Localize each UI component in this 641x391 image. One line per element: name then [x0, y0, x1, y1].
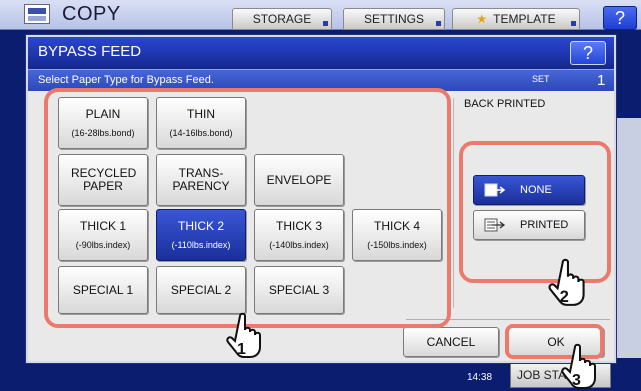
- divider: [453, 98, 454, 308]
- back-printed-label: BACK PRINTED: [464, 98, 546, 110]
- hand-pointer-icon-3: 3: [561, 343, 596, 389]
- svg-text:1: 1: [237, 341, 246, 358]
- tab-storage[interactable]: STORAGE: [232, 8, 332, 30]
- svg-text:3: 3: [572, 372, 581, 389]
- app-help-button[interactable]: ?: [603, 6, 637, 30]
- screen: COPY STORAGE SETTINGS ★ TEMPLATE ? 14:38 …: [0, 0, 641, 391]
- background-side-strip: [612, 118, 641, 368]
- tab-template-label: TEMPLATE: [493, 12, 556, 26]
- set-count: 1: [597, 72, 606, 89]
- tab-settings[interactable]: SETTINGS: [343, 8, 445, 30]
- clock: 14:38: [467, 372, 493, 383]
- app-title: COPY: [62, 3, 121, 25]
- top-bar: COPY STORAGE SETTINGS ★ TEMPLATE ?: [0, 0, 641, 30]
- tab-settings-label: SETTINGS: [363, 12, 424, 26]
- dialog-title: BYPASS FEED: [38, 43, 142, 60]
- callout-box-1: [44, 88, 451, 328]
- dialog-instruction: Select Paper Type for Bypass Feed.: [38, 74, 214, 86]
- set-label: SET: [532, 74, 550, 84]
- cancel-button[interactable]: CANCEL: [403, 327, 499, 357]
- cancel-label: CANCEL: [426, 335, 476, 349]
- hand-pointer-icon-2: 2: [548, 258, 585, 306]
- svg-text:2: 2: [560, 287, 569, 306]
- copy-app-icon: [24, 4, 50, 24]
- hand-pointer-icon-1: 1: [226, 312, 261, 358]
- tab-storage-label: STORAGE: [252, 12, 312, 26]
- tab-template[interactable]: ★ TEMPLATE: [452, 8, 580, 30]
- dialog-help-button[interactable]: ?: [570, 41, 606, 65]
- star-icon: ★: [476, 12, 488, 26]
- dialog-header: BYPASS FEED ?: [28, 37, 614, 69]
